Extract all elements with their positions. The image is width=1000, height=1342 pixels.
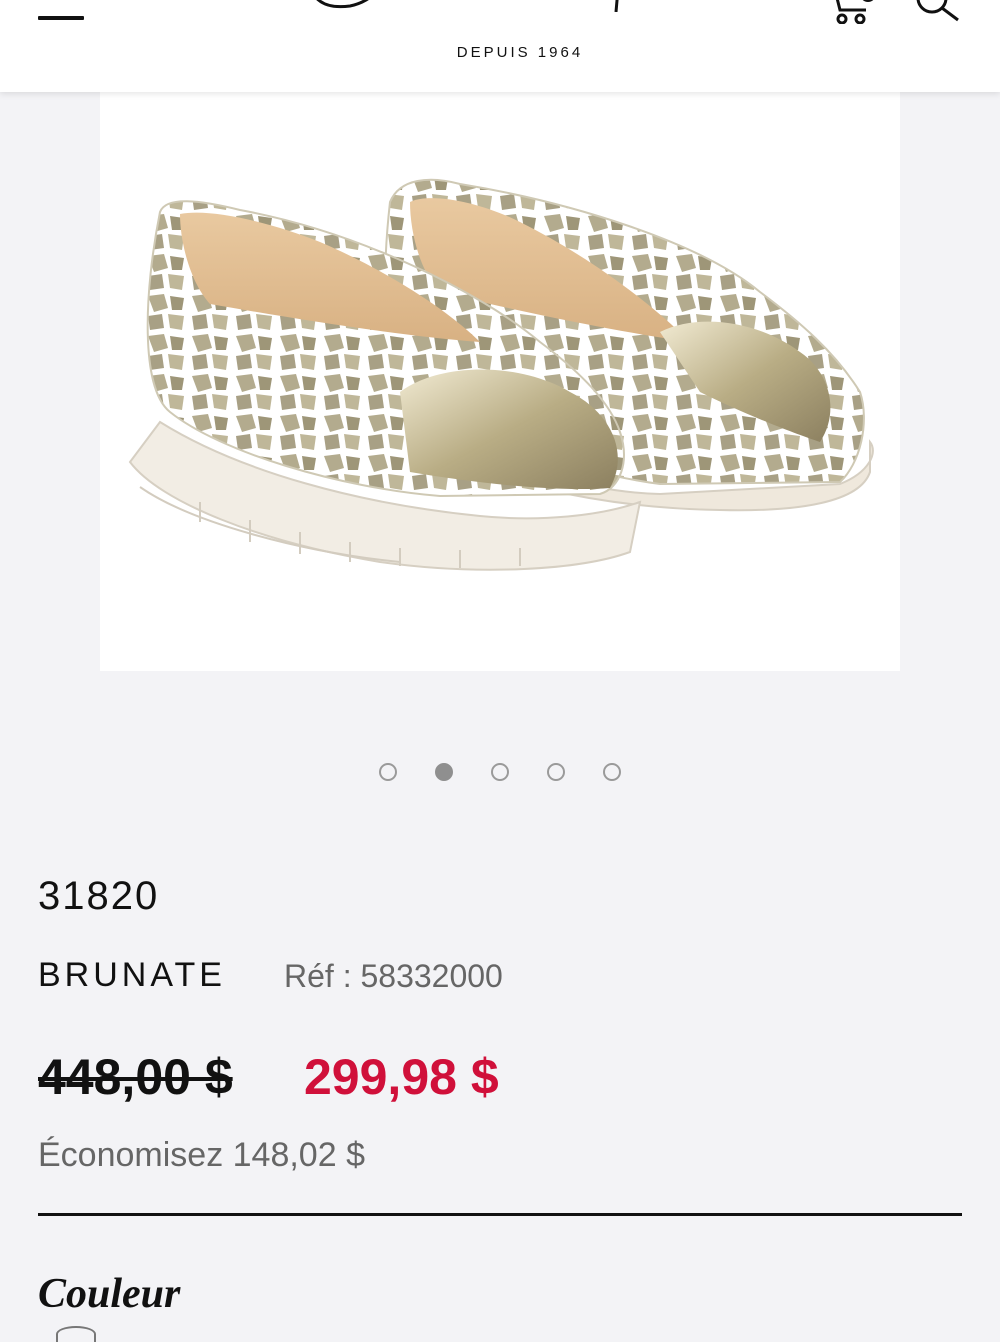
carousel-dot[interactable]	[547, 763, 565, 781]
savings-text: Économisez 148,02 $	[38, 1136, 365, 1174]
product-name: BRUNATE	[38, 956, 226, 994]
hamburger-menu-icon[interactable]	[38, 0, 84, 26]
sale-price: 299,98 $	[304, 1049, 499, 1105]
original-price: 448,00 $	[38, 1049, 233, 1105]
carousel-dot[interactable]	[603, 763, 621, 781]
product-image[interactable]	[100, 92, 900, 671]
carousel-dot[interactable]	[491, 763, 509, 781]
shoe-photo	[128, 178, 874, 571]
carousel-dot-active[interactable]	[435, 763, 453, 781]
color-swatch[interactable]	[56, 1326, 96, 1342]
cart-icon[interactable]	[826, 0, 874, 24]
search-icon[interactable]	[912, 0, 962, 22]
carousel-dot[interactable]	[379, 763, 397, 781]
logo-tagline: DEPUIS 1964	[456, 44, 584, 61]
product-model-number: 31820	[38, 874, 160, 918]
section-divider	[38, 1213, 962, 1216]
color-section-heading: Couleur	[38, 1271, 181, 1317]
site-header: DEPUIS 1964	[0, 0, 1000, 92]
carousel-dots	[0, 763, 1000, 787]
brand-logo[interactable]: DEPUIS 1964	[280, 0, 760, 61]
product-reference: Réf : 58332000	[284, 958, 503, 994]
logo-script-wordmark	[316, 0, 619, 12]
